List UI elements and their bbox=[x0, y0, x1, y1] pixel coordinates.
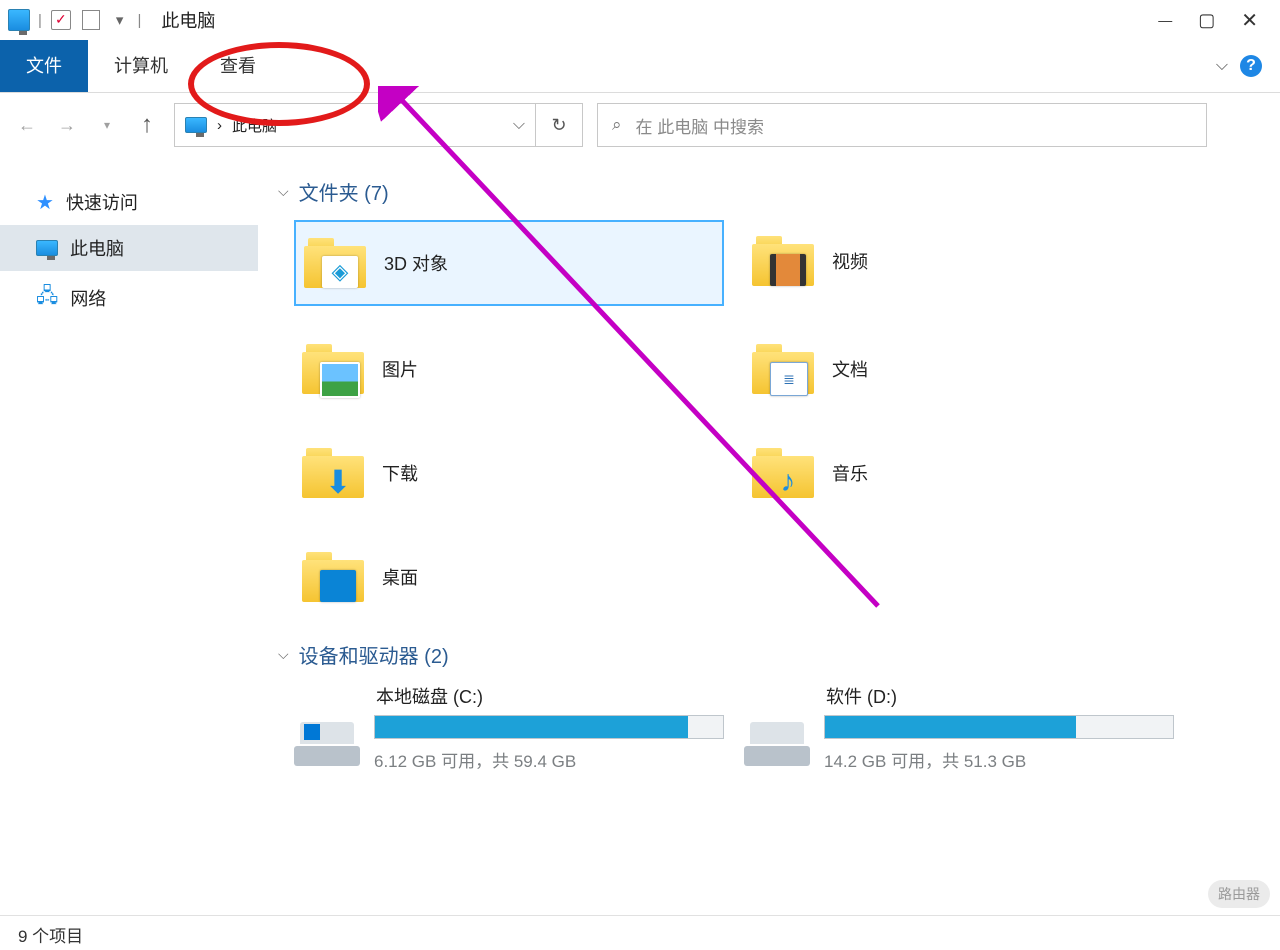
tab-view[interactable]: 查看 bbox=[194, 40, 282, 92]
folder-music[interactable]: ♪ 音乐 bbox=[744, 432, 1174, 514]
group-header-label: 文件夹 (7) bbox=[299, 177, 389, 206]
drive-icon bbox=[294, 722, 360, 766]
folder-icon: ⬇ bbox=[302, 448, 364, 498]
folder-icon: ◈ bbox=[304, 238, 366, 288]
history-dropdown-icon[interactable]: ▾ bbox=[94, 118, 120, 132]
sidebar-item-this-pc[interactable]: 此电脑 bbox=[0, 225, 258, 271]
sidebar-item-quick-access[interactable]: ★ 快速访问 bbox=[0, 179, 258, 225]
star-icon: ★ bbox=[36, 190, 54, 215]
ribbon-collapse-icon[interactable]: ⌵ bbox=[1216, 57, 1228, 75]
sidebar-item-network[interactable]: 🖧 网络 bbox=[0, 271, 258, 325]
monitor-icon bbox=[8, 10, 30, 30]
minimize-button[interactable]: — bbox=[1158, 12, 1172, 28]
drive-d[interactable]: 软件 (D:) 14.2 GB 可用，共 51.3 GB bbox=[744, 683, 1174, 772]
help-icon[interactable]: ? bbox=[1240, 55, 1262, 77]
drive-usage-fill bbox=[375, 716, 688, 738]
checkbox-icon[interactable]: ✓ bbox=[50, 10, 72, 30]
folder-label: 音乐 bbox=[832, 460, 868, 486]
window-title: 此电脑 bbox=[161, 7, 215, 33]
drive-c[interactable]: 本地磁盘 (C:) 6.12 GB 可用，共 59.4 GB bbox=[294, 683, 724, 772]
drive-name: 本地磁盘 (C:) bbox=[376, 683, 724, 709]
ribbon-tabs: 文件 计算机 查看 ⌵ ? bbox=[0, 40, 1280, 93]
sidebar-item-label: 此电脑 bbox=[70, 235, 124, 261]
group-header-folders[interactable]: ⌵ 文件夹 (7) bbox=[278, 177, 1260, 206]
tab-file[interactable]: 文件 bbox=[0, 40, 88, 92]
chevron-down-icon: ⌵ bbox=[278, 646, 289, 663]
address-bar[interactable]: › 此电脑 ⌵ bbox=[174, 103, 536, 147]
status-item-count: 9 个项目 bbox=[18, 922, 83, 947]
title-bar: | ✓ ▾ | 此电脑 — ▢ ✕ bbox=[0, 0, 1280, 40]
up-button[interactable]: ↑ bbox=[134, 111, 160, 139]
status-bar: 9 个项目 bbox=[0, 915, 1280, 950]
forward-button[interactable]: → bbox=[54, 115, 80, 136]
drive-name: 软件 (D:) bbox=[826, 683, 1174, 709]
drive-usage-bar bbox=[374, 715, 724, 739]
folder-videos[interactable]: 视频 bbox=[744, 220, 1174, 302]
folder-label: 3D 对象 bbox=[384, 250, 448, 276]
watermark: 路由器 bbox=[1208, 880, 1270, 908]
close-button[interactable]: ✕ bbox=[1241, 8, 1258, 33]
search-placeholder: 在 此电脑 中搜索 bbox=[636, 113, 764, 138]
refresh-button[interactable]: ↻ bbox=[536, 103, 583, 147]
folder-label: 下载 bbox=[382, 460, 418, 486]
nav-toolbar: ← → ▾ ↑ › 此电脑 ⌵ ↻ ⌕ 在 此电脑 中搜索 bbox=[0, 93, 1280, 157]
back-button[interactable]: ← bbox=[14, 115, 40, 136]
addr-dropdown-icon[interactable]: ⌵ bbox=[513, 116, 525, 134]
folder-pictures[interactable]: 图片 bbox=[294, 328, 724, 410]
folder-label: 视频 bbox=[832, 248, 868, 274]
chevron-down-icon: ⌵ bbox=[278, 183, 289, 200]
folder-3d-objects[interactable]: ◈ 3D 对象 bbox=[294, 220, 724, 306]
drive-icon bbox=[744, 722, 810, 766]
quick-access-toolbar: | ✓ ▾ | 此电脑 bbox=[8, 7, 215, 33]
folder-icon bbox=[302, 344, 364, 394]
folder-icon bbox=[752, 236, 814, 286]
folder-icon: ♪ bbox=[752, 448, 814, 498]
folder-desktop[interactable]: 桌面 bbox=[294, 536, 724, 618]
folder-icon: ≣ bbox=[752, 344, 814, 394]
qat-dropdown-icon[interactable]: ▾ bbox=[116, 11, 124, 29]
breadcrumb-separator: › bbox=[217, 117, 222, 134]
document-icon[interactable] bbox=[80, 10, 102, 30]
drive-usage-fill bbox=[825, 716, 1076, 738]
search-icon: ⌕ bbox=[612, 115, 622, 135]
folder-downloads[interactable]: ⬇ 下载 bbox=[294, 432, 724, 514]
folder-label: 图片 bbox=[382, 356, 418, 382]
breadcrumb-location[interactable]: 此电脑 bbox=[232, 115, 277, 136]
drive-usage-bar bbox=[824, 715, 1174, 739]
maximize-button[interactable]: ▢ bbox=[1198, 10, 1215, 31]
drive-usage-text: 14.2 GB 可用，共 51.3 GB bbox=[824, 747, 1174, 772]
folder-icon bbox=[302, 552, 364, 602]
search-input[interactable]: ⌕ 在 此电脑 中搜索 bbox=[597, 103, 1207, 147]
drive-usage-text: 6.12 GB 可用，共 59.4 GB bbox=[374, 747, 724, 772]
sidebar-item-label: 快速访问 bbox=[66, 189, 138, 215]
nav-pane: ★ 快速访问 此电脑 🖧 网络 bbox=[0, 157, 258, 915]
folder-label: 文档 bbox=[832, 356, 868, 382]
group-header-label: 设备和驱动器 (2) bbox=[299, 640, 449, 669]
folder-documents[interactable]: ≣ 文档 bbox=[744, 328, 1174, 410]
group-header-devices[interactable]: ⌵ 设备和驱动器 (2) bbox=[278, 640, 1260, 669]
monitor-icon bbox=[36, 238, 58, 258]
tab-computer[interactable]: 计算机 bbox=[88, 40, 194, 92]
content-pane: ⌵ 文件夹 (7) ◈ 3D 对象 视频 图片 ≣ 文档 ⬇ 下载 bbox=[258, 157, 1280, 915]
location-monitor-icon bbox=[185, 115, 207, 135]
folder-label: 桌面 bbox=[382, 564, 418, 590]
sidebar-item-label: 网络 bbox=[70, 285, 106, 311]
network-icon: 🖧 bbox=[36, 281, 58, 315]
